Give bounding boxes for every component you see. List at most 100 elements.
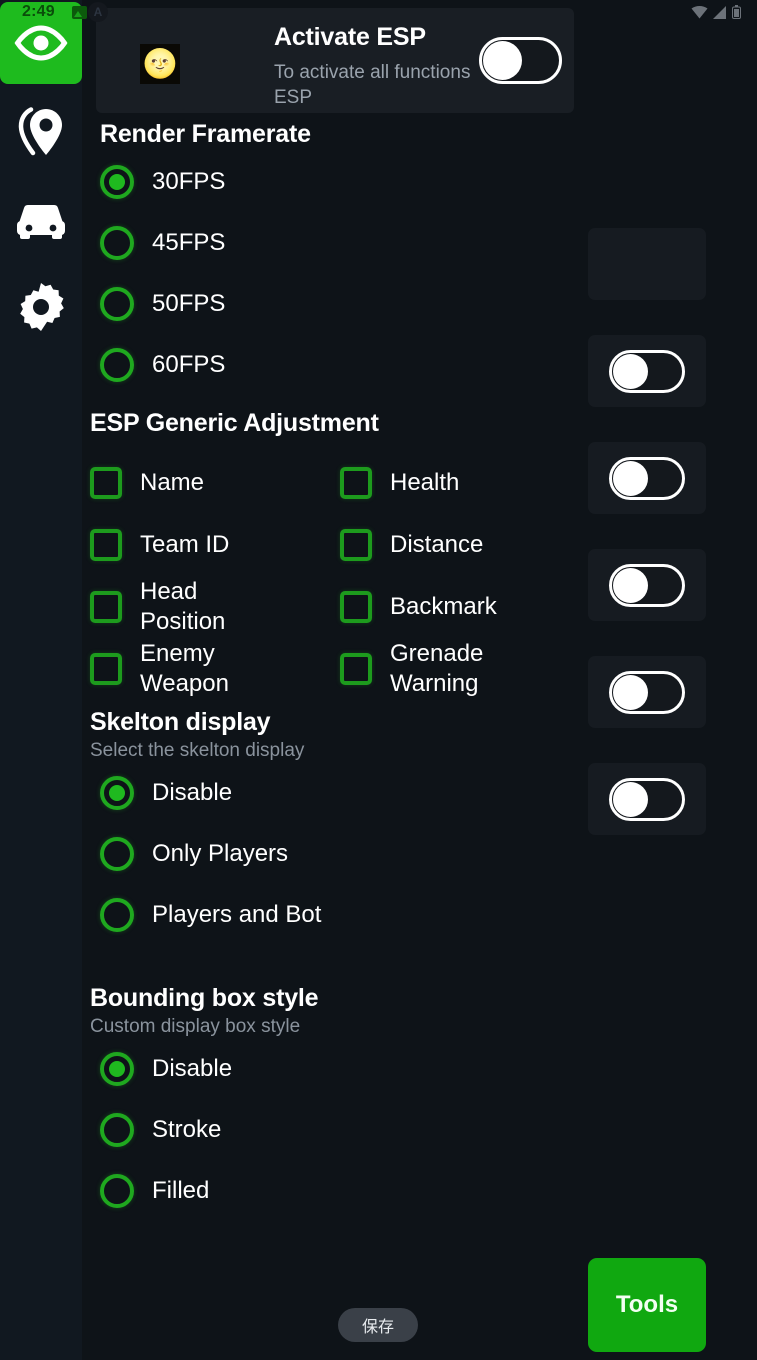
section-bounding-box-style: Bounding box style Custom display box st… (90, 984, 582, 1208)
radio-label: Disable (152, 779, 233, 806)
checkbox-unchecked-icon[interactable] (90, 529, 122, 561)
radio-label: 50FPS (152, 290, 226, 317)
esp-checkbox-grenade-warning[interactable]: Grenade Warning (340, 638, 582, 700)
right-panel-toggle-4[interactable] (609, 670, 685, 714)
skelton-display-option-0[interactable]: Disable (100, 776, 582, 810)
right-panel-row-5[interactable] (588, 763, 706, 835)
status-bar-indicators (691, 5, 741, 19)
section-title: Render Framerate (100, 120, 311, 148)
car-icon (15, 201, 67, 241)
bounding-box-option-0[interactable]: Disable (100, 1052, 582, 1086)
checkbox-label: Grenade Warning (390, 640, 484, 697)
right-panel-row-2[interactable] (588, 442, 706, 514)
radio-label: Stroke (152, 1116, 222, 1143)
moon-face-icon: 🌝 (140, 44, 180, 84)
tools-button[interactable]: Tools (588, 1258, 706, 1352)
esp-checkbox-head-position[interactable]: Head Position (90, 576, 340, 638)
radio-unselected-icon[interactable] (100, 898, 134, 932)
radio-selected-icon[interactable] (100, 776, 134, 810)
sidebar-item-vehicle[interactable] (0, 180, 82, 262)
save-button[interactable]: 保存 (338, 1308, 418, 1342)
right-toggle-panel (588, 228, 706, 870)
right-panel-row-4[interactable] (588, 656, 706, 728)
esp-checkbox-enemy-weapon[interactable]: Enemy Weapon (90, 638, 340, 700)
radio-selected-icon[interactable] (100, 1052, 134, 1086)
radio-unselected-icon[interactable] (100, 837, 134, 871)
section-skelton-display: Skelton display Select the skelton displ… (90, 708, 582, 932)
right-panel-toggle-3[interactable] (609, 563, 685, 607)
sidebar-item-location[interactable] (0, 92, 82, 174)
checkbox-label: Name (140, 469, 205, 496)
location-pin-icon (18, 107, 64, 159)
esp-checkbox-name[interactable]: Name (90, 452, 340, 514)
section-esp-generic: ESP Generic Adjustment Name Health Team ID… (90, 409, 582, 700)
radio-unselected-icon[interactable] (100, 1113, 134, 1147)
radio-unselected-icon[interactable] (100, 348, 134, 382)
toggle-knob (613, 567, 648, 603)
right-panel-toggle-2[interactable] (609, 456, 685, 500)
checkbox-label: Head Position (140, 578, 226, 635)
radio-label: Players and Bot (152, 901, 322, 928)
checkbox-unchecked-icon[interactable] (90, 467, 122, 499)
checkbox-unchecked-icon[interactable] (90, 591, 122, 623)
sidebar-item-esp[interactable] (0, 2, 82, 84)
checkbox-label: Team ID (140, 531, 230, 558)
eye-icon (14, 25, 68, 61)
esp-checkbox-distance[interactable]: Distance (340, 514, 582, 576)
right-panel-row-0[interactable] (588, 228, 706, 300)
app-root: 🌝 Activate ESP To activate all functions… (0, 0, 757, 1360)
checkbox-label: Backmark (390, 593, 497, 620)
esp-checkbox-health[interactable]: Health (340, 452, 582, 514)
radio-selected-icon[interactable] (100, 165, 134, 199)
activate-esp-title: Activate ESP (274, 23, 426, 51)
render-framerate-option-2[interactable]: 50FPS (100, 287, 582, 321)
render-framerate-option-0[interactable]: 30FPS (100, 165, 582, 199)
checkbox-unchecked-icon[interactable] (90, 653, 122, 685)
signal-icon (713, 5, 727, 19)
right-panel-row-1[interactable] (588, 335, 706, 407)
radio-unselected-icon[interactable] (100, 226, 134, 260)
checkbox-label: Health (390, 469, 460, 496)
left-sidebar (0, 0, 82, 1360)
toggle-knob (613, 353, 648, 389)
bounding-box-option-1[interactable]: Stroke (100, 1113, 582, 1147)
radio-unselected-icon[interactable] (100, 287, 134, 321)
esp-generic-checkbox-grid: Name Health Team ID Distance Head Position Ba… (90, 452, 582, 700)
radio-label: 60FPS (152, 351, 226, 378)
checkbox-unchecked-icon[interactable] (340, 467, 372, 499)
checkbox-unchecked-icon[interactable] (340, 591, 372, 623)
radio-label: Filled (152, 1177, 210, 1204)
battery-icon (732, 5, 741, 19)
checkbox-label: Enemy Weapon (140, 640, 229, 697)
right-panel-toggle-1[interactable] (609, 349, 685, 393)
toggle-knob (483, 41, 522, 80)
skelton-display-option-1[interactable]: Only Players (100, 837, 582, 871)
activate-esp-subtitle: To activate all functions ESP (274, 62, 471, 108)
bounding-box-option-2[interactable]: Filled (100, 1174, 582, 1208)
checkbox-unchecked-icon[interactable] (340, 529, 372, 561)
section-title: ESP Generic Adjustment (90, 409, 379, 437)
toggle-knob (613, 781, 648, 817)
radio-unselected-icon[interactable] (100, 1174, 134, 1208)
activate-esp-toggle[interactable] (479, 37, 562, 84)
radio-label: Only Players (152, 840, 289, 867)
render-framerate-radio-group: 30FPS 45FPS 50FPS 60FPS (100, 165, 582, 382)
section-title: Skelton display (90, 708, 271, 736)
render-framerate-option-1[interactable]: 45FPS (100, 226, 582, 260)
esp-checkbox-team-id[interactable]: Team ID (90, 514, 340, 576)
gear-icon (17, 283, 65, 331)
checkbox-unchecked-icon[interactable] (340, 653, 372, 685)
settings-content: Render Framerate 30FPS 45FPS 50FPS 60FPS ES… (82, 120, 582, 1235)
render-framerate-option-3[interactable]: 60FPS (100, 348, 582, 382)
radio-label: Disable (152, 1055, 233, 1082)
right-panel-row-3[interactable] (588, 549, 706, 621)
right-panel-toggle-5[interactable] (609, 777, 685, 821)
skelton-display-option-2[interactable]: Players and Bot (100, 898, 582, 932)
section-render-framerate: Render Framerate 30FPS 45FPS 50FPS 60FPS (100, 120, 582, 382)
radio-label: 30FPS (152, 168, 226, 195)
activate-esp-card[interactable]: 🌝 Activate ESP To activate all functions… (96, 8, 574, 113)
sidebar-item-settings[interactable] (0, 266, 82, 348)
toggle-knob (613, 460, 648, 496)
radio-label: 45FPS (152, 229, 226, 256)
esp-checkbox-backmark[interactable]: Backmark (340, 576, 582, 638)
